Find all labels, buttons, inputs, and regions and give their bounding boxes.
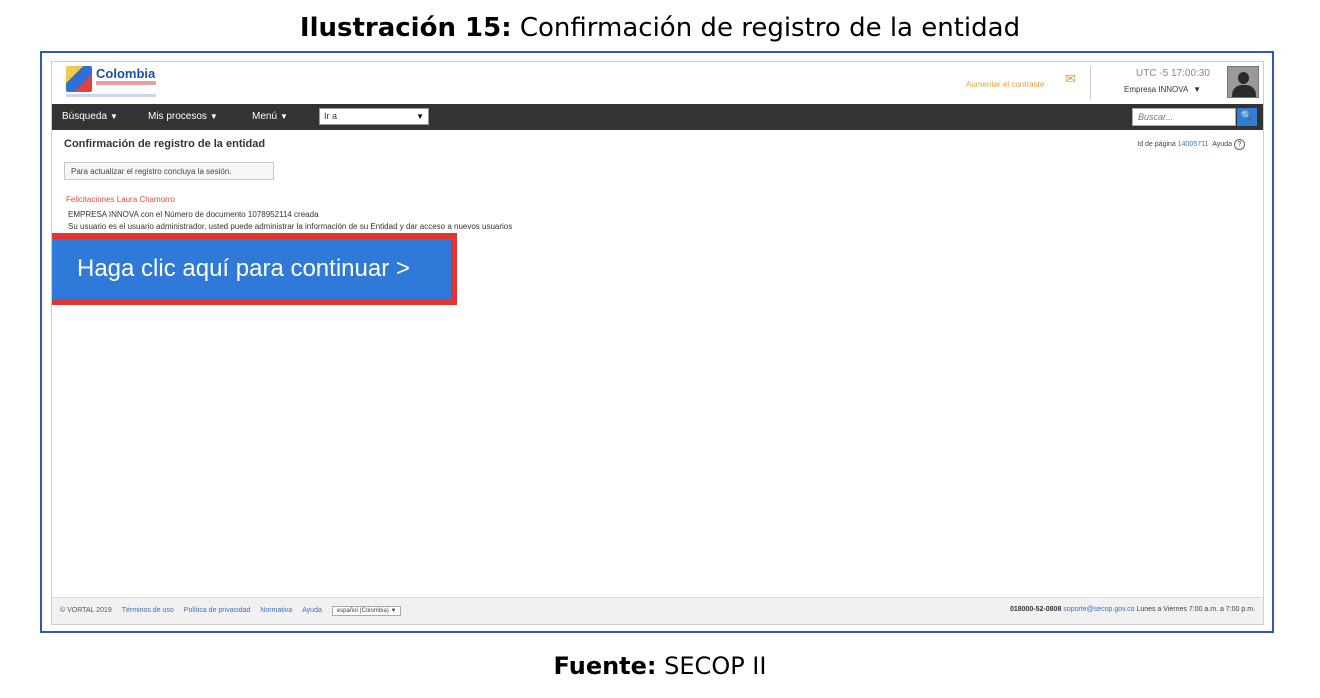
screenshot-frame: Colombia Aumentar el contraste ✉ UTC -5 … (40, 51, 1274, 633)
source-text: SECOP II (656, 652, 767, 680)
footer-link-privacy[interactable]: Política de privacidad (184, 607, 251, 614)
chevron-down-icon: ▼ (209, 112, 218, 121)
nav-busqueda[interactable]: Búsqueda ▼ (62, 111, 118, 122)
language-select[interactable]: español (Colombia) ▼ (331, 606, 402, 616)
logo-subtitle (96, 81, 156, 85)
figure-source: Fuente: SECOP II (0, 652, 1320, 680)
language-value: español (Colombia) (336, 608, 389, 614)
help-link[interactable]: Ayuda (1212, 141, 1232, 148)
support-email[interactable]: soporte@secop.gov.co (1063, 606, 1134, 613)
nav-item-label: Mis procesos (148, 111, 207, 122)
header-divider (1090, 66, 1091, 100)
avatar-head (1238, 72, 1249, 84)
continue-button[interactable]: Haga clic aquí para continuar > (52, 239, 451, 299)
session-info-box: Para actualizar el registro concluya la … (64, 162, 274, 180)
footer-contact: 018000-52-0808 soporte@secop.gov.co Lune… (1010, 606, 1255, 613)
footer-link-regulations[interactable]: Normativa (260, 607, 292, 614)
company-name: Empresa INNOVA (1124, 85, 1188, 94)
app-footer: © VORTAL 2019 Términos de uso Política d… (52, 597, 1263, 624)
support-phone: 018000-52-0808 (1009, 606, 1062, 613)
goto-select[interactable]: Ir a ▼ (319, 108, 429, 125)
chevron-down-icon: ▼ (390, 608, 397, 614)
chevron-down-icon: ▼ (1193, 85, 1202, 94)
avatar-body (1232, 85, 1256, 97)
source-label: Fuente: (553, 652, 657, 680)
clock-readout: UTC -5 17:00:30 (1136, 68, 1210, 79)
page-id-value[interactable]: 14005711 (1178, 141, 1209, 148)
page-id-label: Id de página (1137, 141, 1176, 148)
search-icon[interactable]: 🔍 (1237, 108, 1257, 126)
avatar[interactable] (1227, 66, 1259, 98)
notification-icon[interactable]: ✉ (1065, 72, 1079, 88)
search-input[interactable] (1132, 108, 1236, 126)
company-selector[interactable]: Empresa INNOVA ▼ (1124, 85, 1201, 94)
main-nav: Búsqueda▼ Mis procesos▼ Menú▼ Ir a▼ 🔍 (52, 104, 1263, 130)
chevron-down-icon: ▼ (416, 112, 424, 121)
app-header: Colombia Aumentar el contraste ✉ UTC -5 … (52, 62, 1263, 104)
footer-link-terms[interactable]: Términos de uso (122, 607, 174, 614)
entity-created-message: EMPRESA INNOVA con el Número de document… (68, 210, 319, 219)
page-title: Confirmación de registro de la entidad (64, 138, 266, 150)
nav-item-label: Menú (252, 111, 278, 122)
help-icon[interactable]: ? (1234, 139, 1245, 150)
nav-menu[interactable]: Menú ▼ (252, 111, 288, 122)
congrats-message: Felicitaciones Laura Chamorro (66, 195, 175, 204)
page-toplinks: Id de página 14005711 Ayuda? (1137, 139, 1245, 150)
nav-item-label: Búsqueda (62, 111, 108, 122)
logo-tagline (66, 94, 156, 97)
contrast-link[interactable]: Aumentar el contraste (966, 80, 1044, 89)
footer-links: © VORTAL 2019 Términos de uso Política d… (60, 606, 402, 616)
browser-page: Colombia Aumentar el contraste ✉ UTC -5 … (51, 61, 1264, 625)
figure-caption: Ilustración 15: Confirmación de registro… (0, 13, 1320, 43)
chevron-down-icon: ▼ (280, 112, 288, 121)
chevron-down-icon: ▼ (110, 112, 118, 121)
support-hours: Lunes a Viernes 7:00 a.m. a 7:00 p.m. (1136, 606, 1255, 613)
nav-mis-procesos[interactable]: Mis procesos ▼ (148, 111, 218, 122)
caption-label: Ilustración 15: (299, 13, 512, 43)
goto-value: Ir a (324, 111, 338, 121)
admin-info-message: Su usuario es el usuario administrador, … (68, 222, 513, 231)
colombia-compra-logo[interactable]: Colombia (66, 66, 158, 97)
footer-link-help[interactable]: Ayuda (302, 607, 322, 614)
logo-text: Colombia (96, 66, 156, 81)
logo-badge-icon (66, 66, 92, 92)
caption-text: Confirmación de registro de la entidad (511, 13, 1021, 43)
copyright: © VORTAL 2019 (60, 607, 112, 614)
